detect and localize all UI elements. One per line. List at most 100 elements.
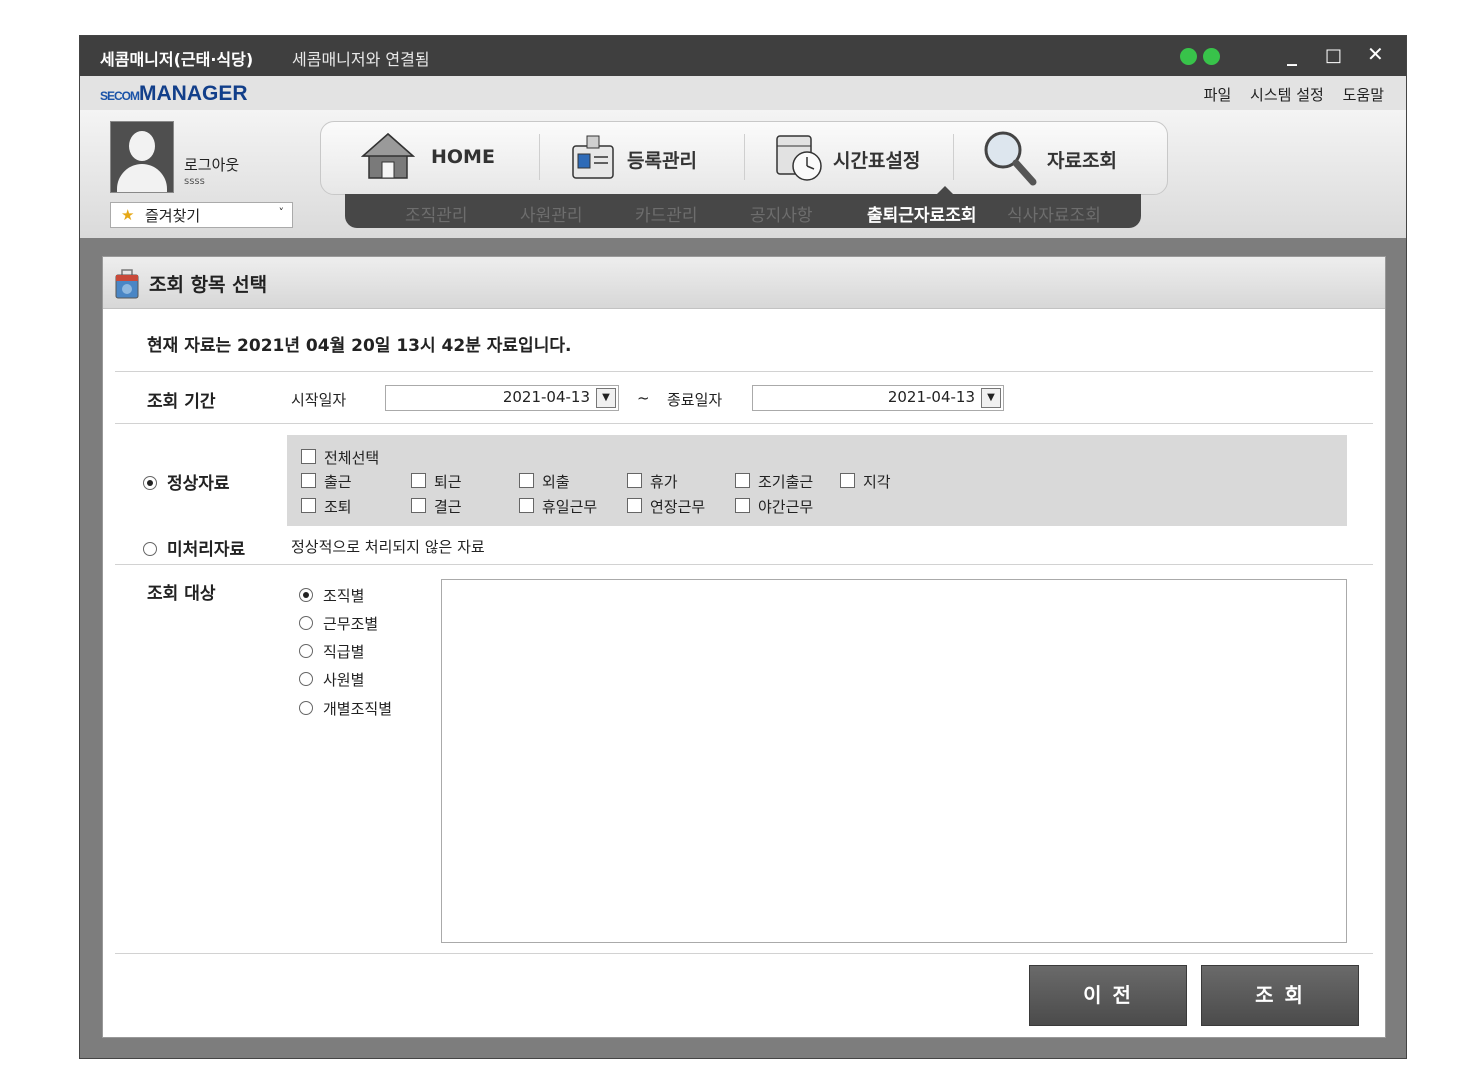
unprocessed-data-label: 미처리자료 [167,540,246,560]
checkbox-label: 연장근무 [650,498,706,516]
divider [115,423,1373,424]
end-date-label: 종료일자 [667,391,723,409]
close-button[interactable]: ✕ [1367,42,1384,66]
period-label: 조회 기간 [147,392,216,412]
checkbox-early-leave[interactable]: 조퇴 [301,496,352,517]
search-button[interactable]: 조 회 [1201,965,1359,1026]
checkbox-label: 조퇴 [324,498,352,516]
unprocessed-data-radio[interactable]: 미처리자료 [143,535,245,560]
checkbox-label: 지각 [863,473,891,491]
start-date-label: 시작일자 [291,391,347,409]
checkbox-early-arrival[interactable]: 조기출근 [735,471,813,492]
status-indicator-icon [1180,48,1197,65]
end-date-picker[interactable]: 2021-04-13 ▼ [752,385,1004,411]
nav-separator [539,134,540,180]
select-all-checkbox[interactable]: 전체선택 [301,447,379,468]
nav-schedule[interactable]: 시간표설정 [773,122,953,194]
main-nav: HOME 등록관리 시간표설정 자료조회 [320,121,1168,195]
divider [115,953,1373,954]
nav-schedule-label: 시간표설정 [833,150,921,172]
radio-selected-icon [143,476,157,490]
nav-registration[interactable]: 등록관리 [569,122,739,194]
checkbox-label: 출근 [324,473,352,491]
query-target-label: 조회 대상 [147,584,216,604]
connection-status-text: 세콤매니저와 연결됨 [292,50,430,69]
radio-selected-icon [299,588,313,602]
avatar [110,121,174,193]
nav-separator [953,134,954,180]
target-option-employee[interactable]: 사원별 [299,669,364,690]
nav-data-query[interactable]: 자료조회 [981,122,1161,194]
normal-data-radio[interactable]: 정상자료 [143,469,230,494]
divider [115,564,1373,565]
logout-link[interactable]: 로그아웃 [184,154,239,175]
favorites-label: 즐겨찾기 [145,207,201,225]
status-indicator-icon [1203,48,1220,65]
subnav-org-management[interactable]: 조직관리 [405,201,468,226]
start-date-value: 2021-04-13 [502,388,590,406]
target-option-label: 조직별 [323,587,365,605]
checkbox-late[interactable]: 지각 [840,471,891,492]
checkbox-vacation[interactable]: 휴가 [627,471,678,492]
radio-unselected-icon [299,701,313,715]
minimize-button[interactable]: _ [1287,42,1297,66]
logo-secom: SECOM [100,89,140,103]
query-panel: 조회 항목 선택 현재 자료는 2021년 04월 20일 13시 42분 자료… [102,256,1386,1038]
nav-home-label: HOME [431,146,495,168]
checkbox-clock-out[interactable]: 퇴근 [411,471,462,492]
data-timestamp-notice: 현재 자료는 2021년 04월 20일 13시 42분 자료입니다. [147,336,572,356]
nav-data-query-label: 자료조회 [1047,150,1117,172]
target-option-org[interactable]: 조직별 [299,585,364,606]
normal-data-label: 정상자료 [167,474,230,494]
checkbox-clock-in[interactable]: 출근 [301,471,352,492]
menu-help[interactable]: 도움말 [1343,86,1384,104]
checkbox-holiday-work[interactable]: 휴일근무 [519,496,597,517]
window-title: 세콤매니저(근태·식당) [100,50,254,69]
target-option-shift[interactable]: 근무조별 [299,613,378,634]
checkbox-label: 조기출근 [758,473,814,491]
star-icon: ★ [121,206,135,224]
app-logo: SECOMMANAGER [100,82,248,106]
target-option-individual-org[interactable]: 개별조직별 [299,698,392,719]
previous-button[interactable]: 이 전 [1029,965,1187,1026]
chevron-down-icon: ˅ [278,206,285,219]
radio-unselected-icon [299,644,313,658]
calendar-clock-icon [776,135,822,181]
user-id: ssss [184,176,205,187]
target-option-label: 직급별 [323,643,365,661]
subnav-attendance-query[interactable]: 출퇴근자료조회 [867,201,976,226]
checkbox-label: 휴가 [650,473,678,491]
checkbox-outing[interactable]: 외출 [519,471,570,492]
briefcase-icon [115,269,139,299]
calendar-dropdown-icon[interactable]: ▼ [981,388,1001,408]
radio-unselected-icon [299,672,313,686]
checkbox-overtime[interactable]: 연장근무 [627,496,705,517]
target-option-rank[interactable]: 직급별 [299,641,364,662]
checkbox-label: 전체선택 [324,449,380,467]
target-list-box[interactable] [441,579,1347,943]
sub-nav: 조직관리 사원관리 카드관리 공지사항 출퇴근자료조회 식사자료조회 [345,186,1141,228]
target-option-label: 근무조별 [323,615,379,633]
divider [115,371,1373,372]
target-option-label: 사원별 [323,671,365,689]
checkbox-night-work[interactable]: 야간근무 [735,496,813,517]
favorites-dropdown[interactable]: ★ 즐겨찾기 ˅ [110,202,293,228]
home-icon [361,133,415,179]
subnav-employee-management[interactable]: 사원관리 [520,201,583,226]
checkbox-label: 결근 [434,498,462,516]
start-date-picker[interactable]: 2021-04-13 ▼ [385,385,619,411]
menu-file[interactable]: 파일 [1204,86,1232,104]
subnav-card-management[interactable]: 카드관리 [635,201,698,226]
subnav-meal-query[interactable]: 식사자료조회 [1007,201,1101,226]
nav-home[interactable]: HOME [361,122,531,194]
maximize-button[interactable]: □ [1325,45,1342,66]
checkbox-label: 야간근무 [758,498,814,516]
logo-manager: MANAGER [139,82,248,105]
checkbox-absence[interactable]: 결근 [411,496,462,517]
calendar-dropdown-icon[interactable]: ▼ [596,388,616,408]
checkbox-label: 휴일근무 [542,498,598,516]
target-option-label: 개별조직별 [323,700,393,718]
menu-bar: SECOMMANAGER 파일 시스템 설정 도움말 [80,76,1406,110]
menu-system-settings[interactable]: 시스템 설정 [1250,86,1324,104]
subnav-notice[interactable]: 공지사항 [750,201,813,226]
